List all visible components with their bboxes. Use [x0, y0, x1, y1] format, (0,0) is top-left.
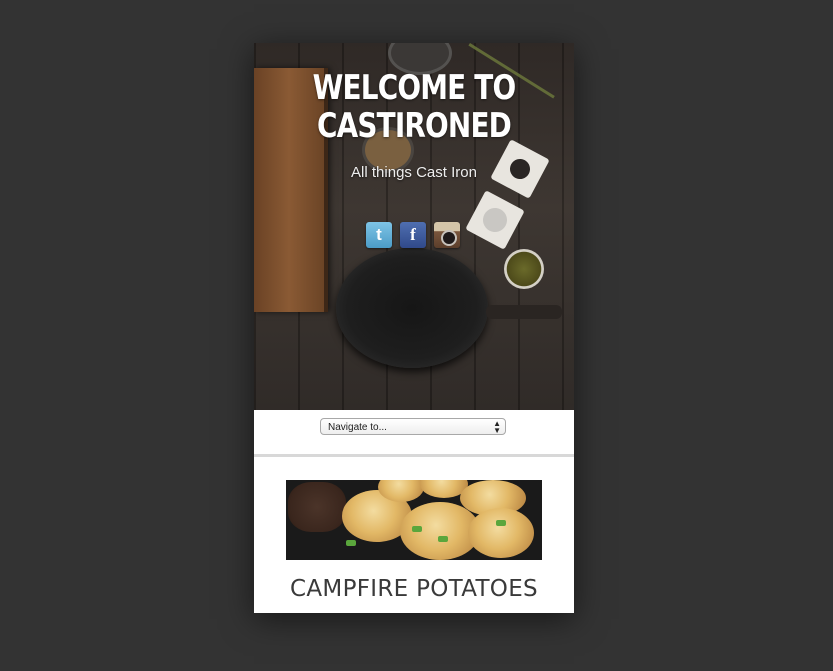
- instagram-icon[interactable]: [434, 222, 460, 248]
- navigate-select[interactable]: Navigate to... ▲ ▼: [320, 418, 506, 435]
- select-arrows-icon: ▲ ▼: [493, 419, 501, 435]
- site-title-line1: WELCOME TO: [312, 68, 517, 108]
- oil-cup-image: [504, 249, 544, 289]
- site-title-line2: CASTIRONED: [316, 106, 512, 146]
- facebook-icon[interactable]: f: [400, 222, 426, 248]
- social-links: t f: [366, 222, 466, 248]
- salt-dish-image: [465, 190, 525, 250]
- hero-banner: WELCOME TO CASTIRONED All things Cast Ir…: [254, 43, 574, 410]
- site-title: WELCOME TO CASTIRONED: [283, 69, 545, 145]
- facebook-glyph: f: [410, 225, 416, 244]
- skillet-handle-image: [486, 305, 562, 319]
- twitter-icon[interactable]: t: [366, 222, 392, 248]
- navigation-bar: Navigate to... ▲ ▼: [254, 410, 574, 457]
- mobile-page-frame: WELCOME TO CASTIRONED All things Cast Ir…: [254, 43, 574, 613]
- cast-iron-skillet-image: [336, 248, 488, 368]
- twitter-glyph: t: [376, 225, 382, 244]
- steak-image: [288, 482, 346, 532]
- post-title[interactable]: CAMPFIRE POTATOES: [254, 576, 574, 602]
- site-tagline: All things Cast Iron: [351, 164, 477, 181]
- post-featured-image[interactable]: [286, 480, 542, 560]
- navigate-select-value: Navigate to...: [328, 422, 387, 433]
